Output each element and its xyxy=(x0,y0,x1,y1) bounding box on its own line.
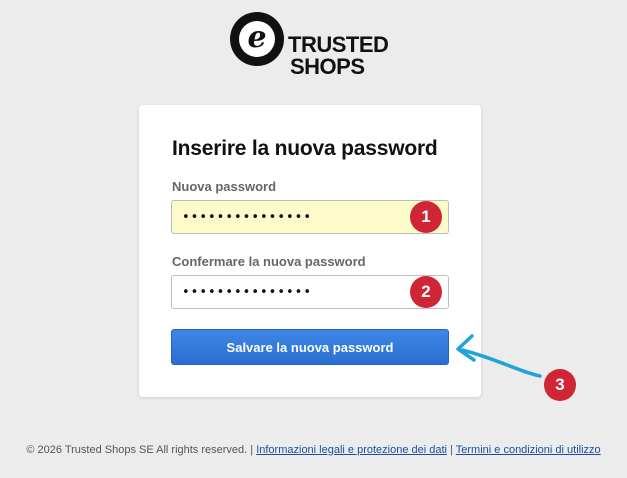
password-reset-card: Inserire la nuova password Nuova passwor… xyxy=(139,105,481,397)
logo-letter: e xyxy=(247,20,267,55)
page-title: Inserire la nuova password xyxy=(172,137,438,160)
logo-line1: TRUSTED xyxy=(288,32,389,57)
footer-separator: | xyxy=(250,444,254,456)
footer-separator-2: | xyxy=(450,444,453,456)
footer: © 2026 Trusted Shops SE All rights reser… xyxy=(0,444,627,456)
step-2-badge: 2 xyxy=(410,276,442,308)
logo-e-icon: e xyxy=(230,12,284,66)
step-1-badge: 1 xyxy=(410,201,442,233)
new-password-label: Nuova password xyxy=(172,179,277,194)
terms-link[interactable]: Termini e condizioni di utilizzo xyxy=(456,444,601,456)
save-password-button[interactable]: Salvare la nuova password xyxy=(171,329,449,365)
trusted-shops-logo: e TRUSTED SHOPS xyxy=(230,12,400,82)
arrow-icon xyxy=(456,334,542,378)
logo-wordmark: TRUSTED SHOPS xyxy=(288,32,389,79)
confirm-password-label: Confermare la nuova password xyxy=(172,254,366,269)
logo-line2: SHOPS xyxy=(290,54,365,79)
copyright-text: © 2026 Trusted Shops SE All rights reser… xyxy=(26,444,248,456)
new-password-field[interactable] xyxy=(171,200,449,234)
step-3-badge: 3 xyxy=(544,369,576,401)
confirm-password-field[interactable] xyxy=(171,275,449,309)
legal-link[interactable]: Informazioni legali e protezione dei dat… xyxy=(256,444,447,456)
